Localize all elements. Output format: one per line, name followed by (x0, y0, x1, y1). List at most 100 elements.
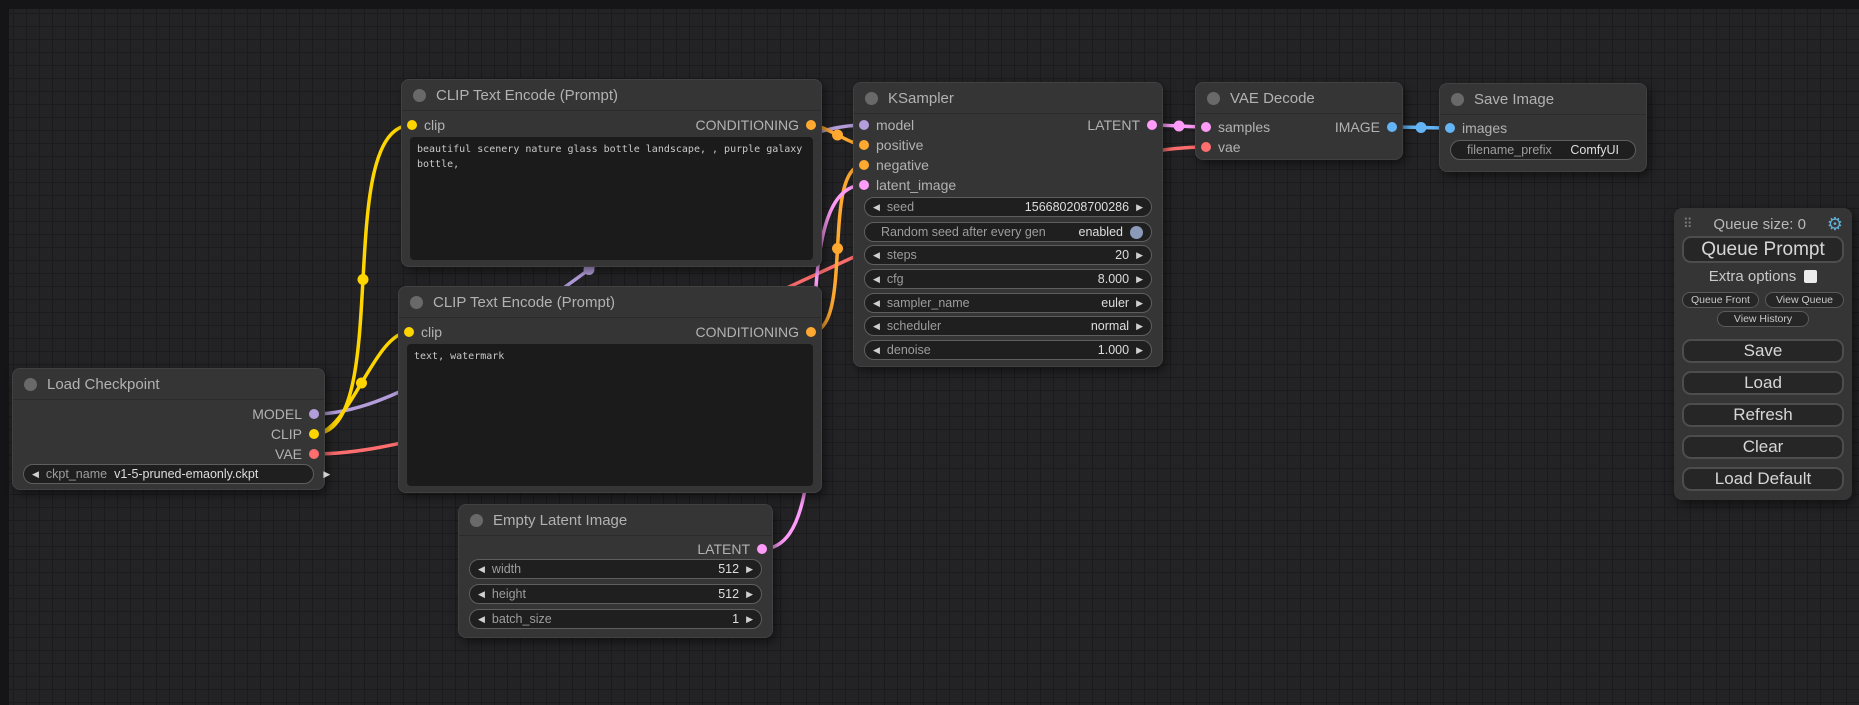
slot-label: clip (424, 117, 445, 133)
widget-value: 512 (718, 562, 739, 576)
slot-label: IMAGE (1335, 119, 1380, 135)
arrow-left-icon[interactable]: ◀ (873, 203, 880, 212)
dot-ksampler-latentimage[interactable] (859, 180, 869, 190)
node-title: Load Checkpoint (47, 376, 160, 393)
dot-vae-samples[interactable] (1201, 122, 1211, 132)
load-button[interactable]: Load (1682, 371, 1844, 395)
batch-size-widget[interactable]: ◀ batch_size 1 ▶ (469, 609, 762, 629)
node-empty-latent-image[interactable]: Empty Latent Image LATENT ◀ width 512 ▶ … (458, 504, 773, 638)
widget-value: euler (1101, 296, 1129, 310)
collapse-dot-icon[interactable] (1451, 93, 1464, 106)
arrow-right-icon[interactable]: ▶ (746, 615, 753, 624)
output-slot-conditioning: CONDITIONING (696, 322, 816, 342)
toggle-dot-icon[interactable] (1130, 226, 1143, 239)
arrow-left-icon[interactable]: ◀ (478, 565, 485, 574)
slot-label: CONDITIONING (696, 324, 799, 340)
negative-prompt-textarea[interactable]: text, watermark (407, 344, 813, 486)
queue-front-button[interactable]: Queue Front (1682, 292, 1759, 308)
dot-save-images[interactable] (1445, 123, 1455, 133)
arrow-right-icon[interactable]: ▶ (746, 565, 753, 574)
dot-ksampler-model[interactable] (859, 120, 869, 130)
arrow-left-icon[interactable]: ◀ (478, 615, 485, 624)
queue-prompt-button[interactable]: Queue Prompt (1682, 236, 1844, 263)
collapse-dot-icon[interactable] (24, 378, 37, 391)
arrow-left-icon[interactable]: ◀ (873, 275, 880, 284)
arrow-left-icon[interactable]: ◀ (873, 346, 880, 355)
ckpt-name-widget[interactable]: ◀ ckpt_name v1-5-pruned-emaonly.ckpt ▶ (23, 464, 314, 484)
extra-options-row: Extra options (1674, 268, 1852, 285)
arrow-left-icon[interactable]: ◀ (873, 299, 880, 308)
steps-widget[interactable]: ◀ steps 20 ▶ (864, 245, 1152, 265)
seed-widget[interactable]: ◀ seed 156680208700286 ▶ (864, 197, 1152, 217)
dot-clip2-conditioning[interactable] (806, 327, 816, 337)
clear-button[interactable]: Clear (1682, 435, 1844, 459)
node-save-image[interactable]: Save Image images filename_prefix ComfyU… (1439, 83, 1647, 172)
dot-clip1-conditioning[interactable] (806, 120, 816, 130)
collapse-dot-icon[interactable] (413, 89, 426, 102)
collapse-dot-icon[interactable] (1207, 92, 1220, 105)
dot-checkpoint-vae[interactable] (309, 449, 319, 459)
filename-prefix-widget[interactable]: filename_prefix ComfyUI (1450, 140, 1636, 160)
arrow-right-icon[interactable]: ▶ (1136, 346, 1143, 355)
node-graph-canvas[interactable]: Load Checkpoint MODEL CLIP VAE ◀ ckpt_na… (0, 0, 1859, 705)
scheduler-widget[interactable]: ◀ scheduler normal ▶ (864, 316, 1152, 336)
dot-ksampler-positive[interactable] (859, 140, 869, 150)
save-button[interactable]: Save (1682, 339, 1844, 363)
view-queue-button[interactable]: View Queue (1765, 292, 1844, 308)
refresh-button[interactable]: Refresh (1682, 403, 1844, 427)
arrow-left-icon[interactable]: ◀ (873, 322, 880, 331)
denoise-widget[interactable]: ◀ denoise 1.000 ▶ (864, 340, 1152, 360)
load-default-button[interactable]: Load Default (1682, 467, 1844, 491)
drag-handle-icon[interactable]: ⠿ (1683, 216, 1693, 232)
node-header: Save Image (1440, 84, 1646, 115)
dot-clip2-clip[interactable] (404, 327, 414, 337)
collapse-dot-icon[interactable] (865, 92, 878, 105)
queue-panel-header: ⠿ Queue size: 0 ⚙ (1683, 214, 1843, 234)
dot-vae-vae[interactable] (1201, 142, 1211, 152)
output-slot-latent: LATENT (1087, 115, 1157, 135)
node-vae-decode[interactable]: VAE Decode samples IMAGE vae (1195, 82, 1403, 160)
widget-label: filename_prefix (1467, 143, 1552, 157)
arrow-right-icon[interactable]: ▶ (1136, 251, 1143, 260)
arrow-left-icon[interactable]: ◀ (478, 590, 485, 599)
widget-value: enabled (1079, 225, 1124, 239)
arrow-right-icon[interactable]: ▶ (323, 470, 330, 479)
input-slot-clip: clip (404, 322, 442, 342)
node-clip-text-encode-positive[interactable]: CLIP Text Encode (Prompt) clip CONDITION… (401, 79, 822, 267)
height-widget[interactable]: ◀ height 512 ▶ (469, 584, 762, 604)
dot-clip1-clip[interactable] (407, 120, 417, 130)
extra-options-checkbox[interactable] (1804, 270, 1817, 283)
dot-vae-image[interactable] (1387, 122, 1397, 132)
arrow-right-icon[interactable]: ▶ (746, 590, 753, 599)
settings-gear-icon[interactable]: ⚙ (1827, 215, 1843, 233)
arrow-left-icon[interactable]: ◀ (32, 470, 39, 479)
node-load-checkpoint[interactable]: Load Checkpoint MODEL CLIP VAE ◀ ckpt_na… (12, 368, 325, 490)
input-slot-vae: vae (1201, 137, 1241, 157)
dot-ksampler-negative[interactable] (859, 160, 869, 170)
slot-label: LATENT (1087, 117, 1140, 133)
collapse-dot-icon[interactable] (410, 296, 423, 309)
width-widget[interactable]: ◀ width 512 ▶ (469, 559, 762, 579)
arrow-right-icon[interactable]: ▶ (1136, 275, 1143, 284)
arrow-right-icon[interactable]: ▶ (1136, 203, 1143, 212)
output-slot-conditioning: CONDITIONING (696, 115, 816, 135)
node-header: KSampler (854, 83, 1162, 114)
positive-prompt-textarea[interactable]: beautiful scenery nature glass bottle la… (410, 137, 813, 260)
dot-checkpoint-model[interactable] (309, 409, 319, 419)
dot-checkpoint-clip[interactable] (309, 429, 319, 439)
arrow-right-icon[interactable]: ▶ (1136, 299, 1143, 308)
cfg-widget[interactable]: ◀ cfg 8.000 ▶ (864, 269, 1152, 289)
random-seed-toggle-widget[interactable]: Random seed after every gen enabled (864, 222, 1152, 242)
arrow-left-icon[interactable]: ◀ (873, 251, 880, 260)
input-slot-latent-image: latent_image (859, 175, 956, 195)
dot-ksampler-latent-out[interactable] (1147, 120, 1157, 130)
view-history-button[interactable]: View History (1717, 311, 1809, 327)
collapse-dot-icon[interactable] (470, 514, 483, 527)
node-ksampler[interactable]: KSampler model LATENT positive negative … (853, 82, 1163, 367)
dot-latent-latent[interactable] (757, 544, 767, 554)
slot-label: CONDITIONING (696, 117, 799, 133)
sampler-name-widget[interactable]: ◀ sampler_name euler ▶ (864, 293, 1152, 313)
arrow-right-icon[interactable]: ▶ (1136, 322, 1143, 331)
extra-options-label: Extra options (1709, 268, 1797, 285)
node-clip-text-encode-negative[interactable]: CLIP Text Encode (Prompt) clip CONDITION… (398, 286, 822, 493)
